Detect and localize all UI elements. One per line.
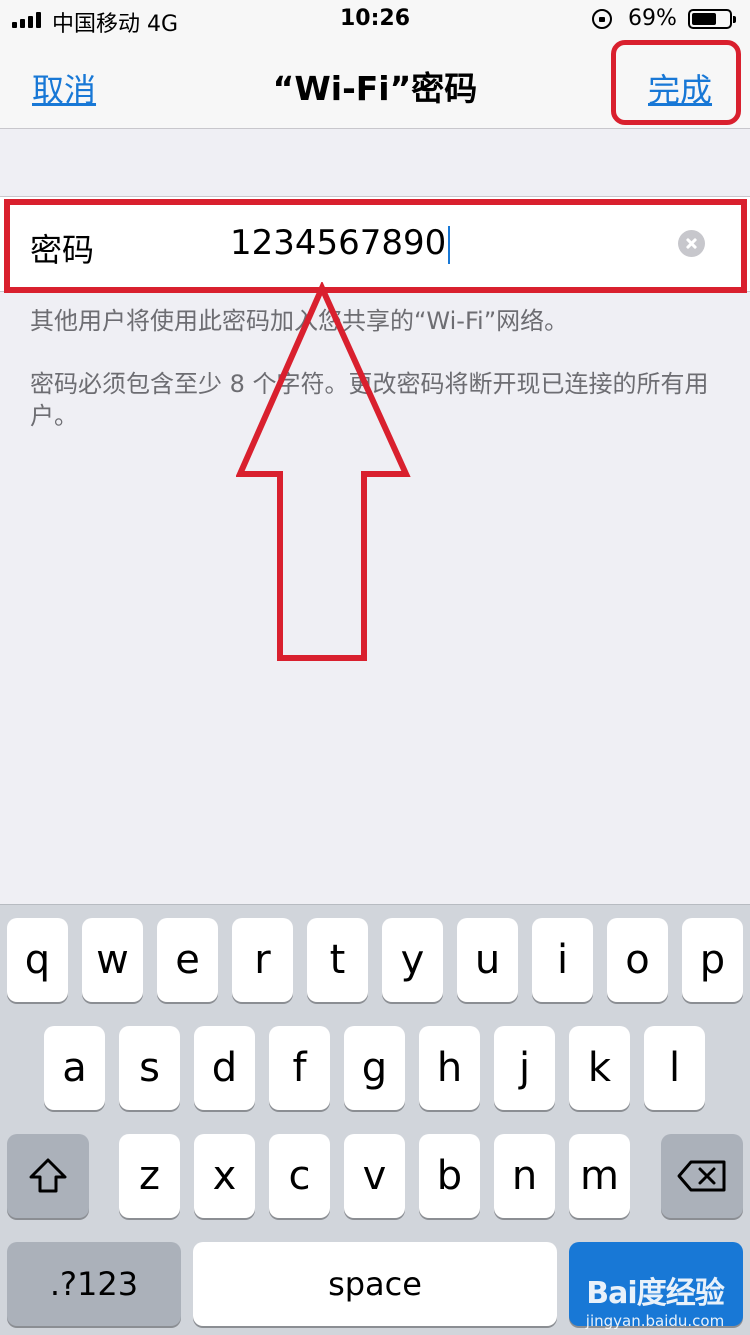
key-t[interactable]: t <box>307 918 368 1002</box>
key-q[interactable]: q <box>7 918 68 1002</box>
key-e[interactable]: e <box>157 918 218 1002</box>
delete-key[interactable] <box>661 1134 743 1218</box>
key-z[interactable]: z <box>119 1134 180 1218</box>
key-m[interactable]: m <box>569 1134 630 1218</box>
numbers-key[interactable]: .?123 <box>7 1242 181 1326</box>
key-x[interactable]: x <box>194 1134 255 1218</box>
key-u[interactable]: u <box>457 918 518 1002</box>
battery-fill <box>692 13 716 25</box>
key-j[interactable]: j <box>494 1026 555 1110</box>
space-key[interactable]: space <box>193 1242 557 1326</box>
key-d[interactable]: d <box>194 1026 255 1110</box>
status-bar: 中国移动 4G 10:26 69% <box>0 0 750 40</box>
key-h[interactable]: h <box>419 1026 480 1110</box>
baidu-jingyan-watermark: Bai度经验 jingyan.baidu.com <box>585 1276 725 1330</box>
key-s[interactable]: s <box>119 1026 180 1110</box>
key-b[interactable]: b <box>419 1134 480 1218</box>
shift-arrow-icon <box>29 1158 67 1193</box>
key-v[interactable]: v <box>344 1134 405 1218</box>
key-c[interactable]: c <box>269 1134 330 1218</box>
key-p[interactable]: p <box>682 918 743 1002</box>
key-k[interactable]: k <box>569 1026 630 1110</box>
key-f[interactable]: f <box>269 1026 330 1110</box>
up-arrow-annotation <box>236 282 411 661</box>
shift-key[interactable] <box>7 1134 89 1218</box>
battery-percent: 69% <box>628 6 677 31</box>
key-l[interactable]: l <box>644 1026 705 1110</box>
done-highlight-annotation <box>611 40 741 125</box>
backspace-icon <box>677 1160 726 1192</box>
key-y[interactable]: y <box>382 918 443 1002</box>
key-w[interactable]: w <box>82 918 143 1002</box>
rotation-lock-icon <box>592 9 612 29</box>
key-o[interactable]: o <box>607 918 668 1002</box>
key-n[interactable]: n <box>494 1134 555 1218</box>
key-a[interactable]: a <box>44 1026 105 1110</box>
key-r[interactable]: r <box>232 918 293 1002</box>
key-g[interactable]: g <box>344 1026 405 1110</box>
password-highlight-annotation <box>4 199 747 293</box>
battery-icon <box>688 9 736 29</box>
key-i[interactable]: i <box>532 918 593 1002</box>
